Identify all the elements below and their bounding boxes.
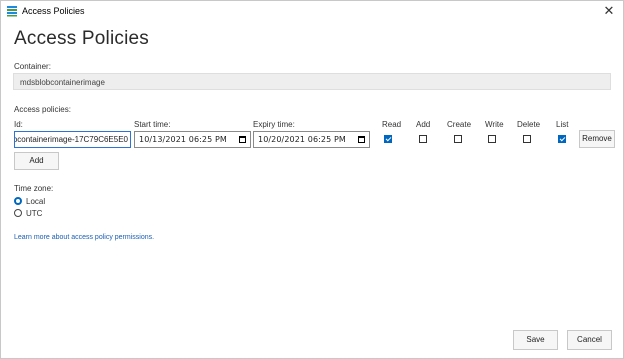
create-checkbox[interactable]: [454, 135, 462, 143]
utc-radio[interactable]: [14, 209, 22, 217]
calendar-icon[interactable]: [239, 136, 246, 143]
column-add-header: Add: [416, 120, 431, 129]
title-bar: Access Policies ✕: [1, 1, 623, 22]
column-start-header: Start time:: [134, 120, 171, 129]
page-title: Access Policies: [14, 28, 149, 49]
column-read-header: Read: [382, 120, 402, 129]
column-delete-header: Delete: [517, 120, 541, 129]
column-list-header: List: [556, 120, 569, 129]
start-time-input[interactable]: 10/13/2021 06:25 PM: [134, 131, 251, 148]
access-policies-dialog: Access Policies ✕ Access Policies Contai…: [0, 0, 624, 359]
access-policies-label: Access policies:: [14, 105, 71, 114]
read-checkbox[interactable]: [384, 135, 392, 143]
start-time-value: 10/13/2021 06:25 PM: [139, 135, 227, 144]
container-field: mdsblobcontainerimage: [13, 73, 611, 90]
delete-checkbox[interactable]: [523, 135, 531, 143]
save-button[interactable]: Save: [513, 330, 558, 350]
add-checkbox[interactable]: [419, 135, 427, 143]
policy-id-input[interactable]: /lobcontainerimage-17C79C6E5E0: [14, 131, 131, 148]
utc-radio-label: UTC: [26, 209, 43, 218]
add-policy-button[interactable]: Add: [14, 152, 59, 170]
container-value: mdsblobcontainerimage: [20, 78, 105, 87]
policy-id-value: /lobcontainerimage-17C79C6E5E0: [14, 135, 128, 144]
container-label: Container:: [14, 62, 51, 71]
close-icon[interactable]: ✕: [595, 1, 623, 21]
column-create-header: Create: [447, 120, 472, 129]
storage-explorer-icon: [7, 6, 17, 17]
window-title: Access Policies: [22, 6, 85, 16]
expiry-time-value: 10/20/2021 06:25 PM: [258, 135, 346, 144]
column-id-header: Id:: [14, 120, 23, 129]
column-write-header: Write: [485, 120, 504, 129]
expiry-time-input[interactable]: 10/20/2021 06:25 PM: [253, 131, 370, 148]
cancel-button[interactable]: Cancel: [567, 330, 612, 350]
column-expiry-header: Expiry time:: [253, 120, 295, 129]
remove-button[interactable]: Remove: [579, 130, 615, 148]
calendar-icon[interactable]: [358, 136, 365, 143]
write-checkbox[interactable]: [488, 135, 496, 143]
time-zone-label: Time zone:: [14, 184, 54, 193]
local-radio-label: Local: [26, 197, 46, 206]
list-checkbox[interactable]: [558, 135, 566, 143]
local-radio[interactable]: [14, 197, 22, 205]
learn-more-link[interactable]: Learn more about access policy permissio…: [14, 234, 154, 241]
